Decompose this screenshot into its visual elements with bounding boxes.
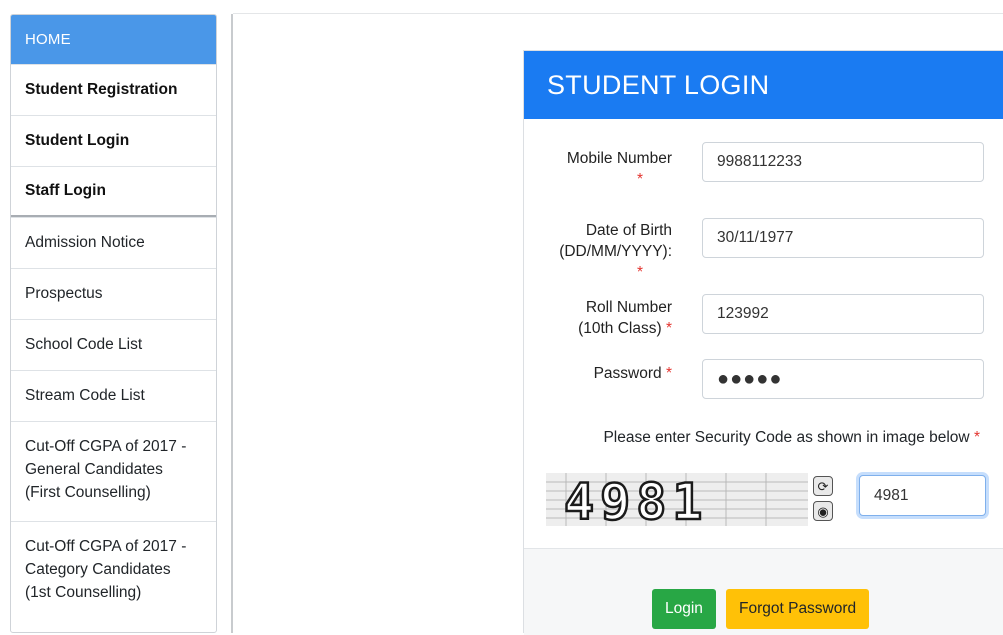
sidebar-item-student-registration[interactable]: Student Registration xyxy=(11,64,216,115)
password-input[interactable]: ●●●●● xyxy=(702,359,984,399)
label-text: Mobile Number xyxy=(566,150,672,167)
label-line: Category Candidates xyxy=(25,561,171,578)
sidebar-item-stream-code-list[interactable]: Stream Code List xyxy=(11,370,216,421)
content-top-border xyxy=(233,13,1003,14)
sidebar-item-label: Cut-Off CGPA of 2017 - General Candidate… xyxy=(25,435,186,504)
sidebar-item-school-code-list[interactable]: School Code List xyxy=(11,319,216,370)
mobile-number-label: Mobile Number * xyxy=(522,148,672,190)
required-mark: * xyxy=(636,171,643,188)
label-text: Roll Number xyxy=(585,299,672,316)
sidebar-item-label: Admission Notice xyxy=(25,234,145,251)
sidebar-nav: HOME Student Registration Student Login … xyxy=(10,14,217,633)
prompt-text: Please enter Security Code as shown in i… xyxy=(603,429,970,446)
sidebar-item-label: Student Registration xyxy=(25,81,178,98)
dob-input[interactable] xyxy=(702,218,984,258)
label-line: (1st Counselling) xyxy=(25,584,142,601)
roll-number-input[interactable] xyxy=(702,294,984,334)
card-footer: Login Forgot Password xyxy=(524,548,1003,635)
roll-number-label: Roll Number (10th Class) * xyxy=(522,297,672,339)
sidebar-item-label: Cut-Off CGPA of 2017 - Category Candidat… xyxy=(25,535,186,604)
captcha-graphic: 4981 xyxy=(546,473,808,526)
password-label: Password * xyxy=(522,363,672,384)
captcha-image: 4981 xyxy=(546,473,808,526)
label-line: General Candidates xyxy=(25,461,163,478)
sidebar-item-prospectus[interactable]: Prospectus xyxy=(11,268,216,319)
label-text: Password xyxy=(593,365,662,382)
login-button[interactable]: Login xyxy=(652,589,716,629)
captcha-text: 4981 xyxy=(564,473,708,526)
label-line: Cut-Off CGPA of 2017 - xyxy=(25,438,187,455)
sidebar-item-label: School Code List xyxy=(25,336,143,353)
label-text: Date of Birth xyxy=(585,222,672,239)
card-title: STUDENT LOGIN xyxy=(524,51,1003,119)
sidebar-item-label: Prospectus xyxy=(25,285,103,302)
sidebar-item-label: Staff Login xyxy=(25,182,106,199)
security-code-prompt: Please enter Security Code as shown in i… xyxy=(524,429,980,447)
forgot-password-button[interactable]: Forgot Password xyxy=(726,589,870,629)
label-text: (DD/MM/YYYY): xyxy=(559,243,672,260)
content-divider xyxy=(231,14,233,633)
label-text: (10th Class) xyxy=(578,320,662,337)
security-code-input[interactable] xyxy=(859,475,986,516)
student-login-card: STUDENT LOGIN Mobile Number * Date of Bi… xyxy=(522,50,1003,635)
sidebar-item-label: Student Login xyxy=(25,132,130,149)
mobile-number-input[interactable] xyxy=(702,142,984,182)
label-line: (First Counselling) xyxy=(25,484,151,501)
audio-captcha-icon[interactable]: ◉ xyxy=(813,501,833,521)
sidebar-item-staff-login[interactable]: Staff Login xyxy=(11,166,216,217)
sidebar-item-cutoff-general[interactable]: Cut-Off CGPA of 2017 - General Candidate… xyxy=(11,421,216,521)
sidebar-item-student-login[interactable]: Student Login xyxy=(11,115,216,166)
label-line: Cut-Off CGPA of 2017 - xyxy=(25,538,187,555)
sidebar-item-home[interactable]: HOME xyxy=(11,15,216,64)
dob-label: Date of Birth (DD/MM/YYYY): * xyxy=(522,220,672,283)
sidebar-item-admission-notice[interactable]: Admission Notice xyxy=(11,217,216,268)
refresh-captcha-icon[interactable]: ⟳ xyxy=(813,476,833,496)
required-mark: * xyxy=(665,320,672,337)
sidebar-item-cutoff-category[interactable]: Cut-Off CGPA of 2017 - Category Candidat… xyxy=(11,521,216,625)
required-mark: * xyxy=(665,365,672,382)
required-mark: * xyxy=(973,429,980,446)
sidebar-item-label: HOME xyxy=(25,31,71,48)
sidebar-item-label: Stream Code List xyxy=(25,387,145,404)
required-mark: * xyxy=(636,264,643,281)
